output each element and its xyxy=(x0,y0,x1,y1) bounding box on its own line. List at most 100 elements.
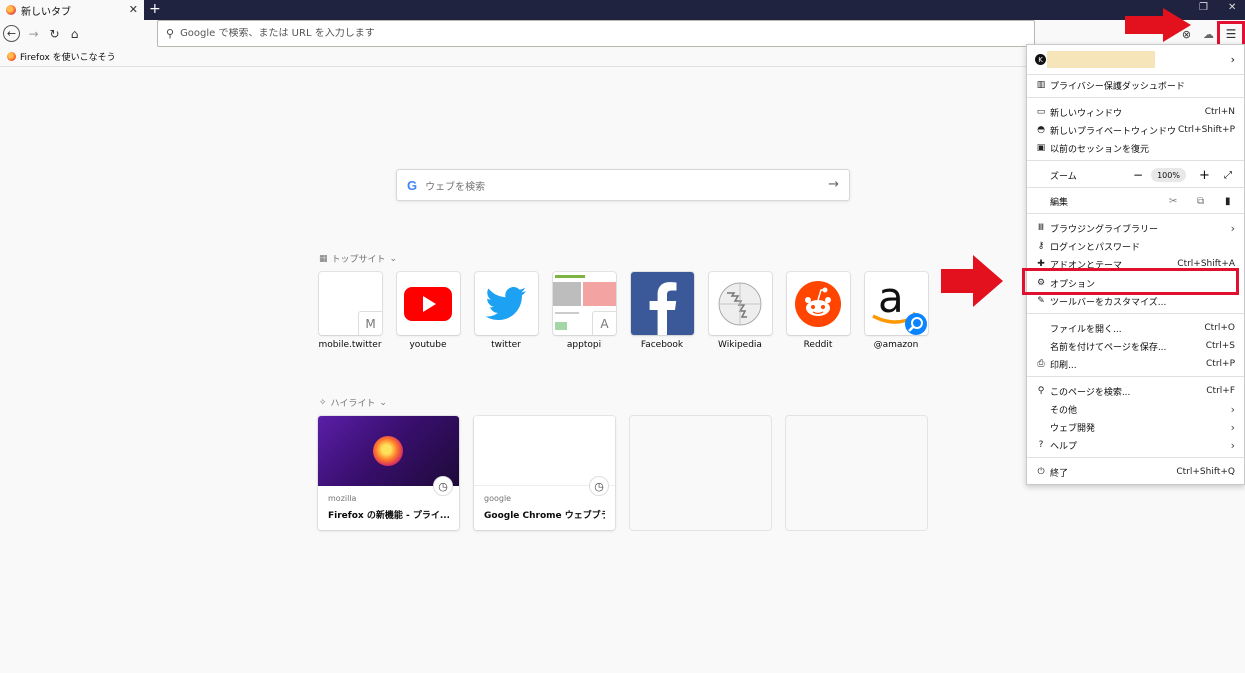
hamburger-icon: ☰ xyxy=(1225,27,1237,41)
facebook-icon xyxy=(630,272,694,335)
paste-icon[interactable]: ▮ xyxy=(1225,196,1231,207)
menu-find-in-page[interactable]: ⚲ このページを検索... Ctrl+F xyxy=(1027,382,1244,400)
zoom-out-button[interactable]: − xyxy=(1133,168,1143,182)
menu-label: ズーム xyxy=(1050,171,1077,182)
menu-new-window[interactable]: ▭ 新しいウィンドウ Ctrl+N xyxy=(1027,103,1244,121)
home-button[interactable]: ⌂ xyxy=(66,25,83,42)
menu-label: プライバシー保護ダッシュボード xyxy=(1050,81,1185,92)
tab-new-tab[interactable]: 新しいタブ ✕ xyxy=(0,0,144,20)
menu-label: ツールバーをカスタマイズ... xyxy=(1050,297,1167,308)
url-bar[interactable]: ⚲ xyxy=(157,20,1035,47)
highlight-card[interactable]: ◷ mozilla Firefox の新機能 - プライ... xyxy=(318,416,459,530)
reddit-icon xyxy=(786,272,850,335)
menu-label: ファイルを開く... xyxy=(1050,324,1122,335)
top-sites-grid: M mobile.twitter youtube twitter A appto… xyxy=(318,272,942,350)
web-search-placeholder: ウェブを検索 xyxy=(425,181,486,193)
zoom-in-button[interactable]: + xyxy=(1199,168,1210,183)
menu-shortcut: Ctrl+N xyxy=(1204,107,1235,117)
menu-logins[interactable]: ⚷ ログインとパスワード xyxy=(1027,237,1244,255)
forward-button[interactable]: → xyxy=(25,25,42,42)
menu-open-file[interactable]: ファイルを開く... Ctrl+O xyxy=(1027,319,1244,337)
restore-window-icon[interactable]: ❐ xyxy=(1199,2,1208,13)
bar-chart-icon: ▥ xyxy=(1036,80,1046,90)
tab-title: 新しいタブ xyxy=(21,6,71,18)
firefox-logo-icon xyxy=(373,436,403,466)
tile-label: youtube xyxy=(409,340,447,350)
chevron-right-icon: › xyxy=(1230,420,1235,434)
menu-help[interactable]: ? ヘルプ › xyxy=(1027,436,1244,454)
menu-restore-session[interactable]: ▣ 以前のセッションを復元 xyxy=(1027,139,1244,157)
tile-letter-badge: M xyxy=(357,311,382,335)
close-window-icon[interactable]: ✕ xyxy=(1228,2,1236,13)
menu-separator xyxy=(1027,376,1244,377)
top-site-facebook[interactable]: Facebook xyxy=(630,272,694,350)
top-site-reddit[interactable]: Reddit xyxy=(786,272,850,350)
top-site-twitter[interactable]: twitter xyxy=(474,272,538,350)
reload-button[interactable]: ↻ xyxy=(46,25,63,42)
top-site-amazon[interactable]: a @amazon xyxy=(864,272,928,350)
cut-icon[interactable]: ✂ xyxy=(1169,196,1177,207)
menu-separator xyxy=(1027,213,1244,214)
top-sites-header[interactable]: ▦ トップサイト ⌄ xyxy=(319,252,398,266)
copy-icon[interactable]: ⧉ xyxy=(1197,196,1204,207)
navigation-toolbar: ← → ↻ ⌂ ⚲ ⊗ ☁ ☰ xyxy=(0,20,1245,47)
menu-label: 新しいプライベートウィンドウ xyxy=(1050,126,1177,137)
menu-shortcut: Ctrl+O xyxy=(1204,323,1235,333)
menu-library[interactable]: Ⅲ ブラウジングライブラリー › xyxy=(1027,219,1244,237)
clock-icon: ◷ xyxy=(589,476,609,496)
grid-icon: ▦ xyxy=(319,253,328,264)
highlight-thumbnail xyxy=(474,416,615,486)
restore-icon: ▣ xyxy=(1036,143,1046,153)
menu-label: ログインとパスワード xyxy=(1050,242,1141,253)
top-site-youtube[interactable]: youtube xyxy=(396,272,460,350)
menu-label: ブラウジングライブラリー xyxy=(1050,224,1159,235)
amazon-icon: a xyxy=(864,272,928,335)
chevron-down-icon: ⌄ xyxy=(389,253,398,264)
zoom-level-button[interactable]: 100% xyxy=(1151,168,1186,182)
menu-web-developer[interactable]: ウェブ開発 › xyxy=(1027,418,1244,436)
top-site-apptopi[interactable]: A apptopi xyxy=(552,272,616,350)
menu-new-private-window[interactable]: ◓ 新しいプライベートウィンドウ Ctrl+Shift+P xyxy=(1027,121,1244,139)
url-input[interactable] xyxy=(180,28,881,39)
menu-label: 以前のセッションを復元 xyxy=(1050,144,1150,155)
fullscreen-icon[interactable]: ⤢ xyxy=(1224,170,1232,181)
tile-label: Facebook xyxy=(640,340,684,350)
tab-close-icon[interactable]: ✕ xyxy=(129,3,138,16)
menu-quit[interactable]: ⏻ 終了 Ctrl+Shift+Q xyxy=(1027,463,1244,481)
highlight-placeholder xyxy=(786,416,927,530)
menu-print[interactable]: ⎙ 印刷... Ctrl+P xyxy=(1027,355,1244,373)
highlights-title: ハイライト xyxy=(330,399,376,409)
mask-icon: ◓ xyxy=(1037,125,1045,135)
highlight-placeholder xyxy=(630,416,771,530)
bookmark-firefox-tips[interactable]: Firefox を使いこなそう xyxy=(20,50,116,63)
back-button[interactable]: ← xyxy=(3,25,20,42)
clock-icon: ◷ xyxy=(433,476,453,496)
tile-letter-badge: A xyxy=(591,311,616,335)
highlights-header[interactable]: ✧ ハイライト ⌄ xyxy=(319,396,387,410)
web-search-box[interactable]: G ウェブを検索 → xyxy=(396,169,850,201)
extension-icon[interactable]: ☁ xyxy=(1200,26,1217,43)
menu-shortcut: Ctrl+P xyxy=(1206,359,1235,369)
youtube-icon xyxy=(396,272,460,335)
highlights-grid: ◷ mozilla Firefox の新機能 - プライ... ◷ google… xyxy=(318,416,942,530)
tile-label: Wikipedia xyxy=(718,340,762,350)
menu-label: ヘルプ xyxy=(1050,441,1078,452)
menu-shortcut: Ctrl+Shift+Q xyxy=(1176,467,1235,477)
menu-save-page[interactable]: 名前を付けてページを保存... Ctrl+S xyxy=(1027,337,1244,355)
search-go-arrow-icon[interactable]: → xyxy=(828,177,839,192)
top-site-wikipedia[interactable]: Wikipedia xyxy=(708,272,772,350)
highlight-thumbnail xyxy=(318,416,459,486)
new-tab-button[interactable]: + xyxy=(149,1,161,17)
chevron-right-icon: › xyxy=(1230,438,1235,452)
menu-label: 名前を付けてページを保存... xyxy=(1050,342,1167,353)
top-sites-title: トップサイト xyxy=(331,255,386,265)
tile-label: twitter xyxy=(491,340,521,350)
brush-icon: ✎ xyxy=(1037,296,1045,306)
account-name-redacted[interactable] xyxy=(1047,51,1155,68)
menu-separator xyxy=(1027,74,1244,75)
menu-more[interactable]: その他 › xyxy=(1027,400,1244,418)
highlight-card[interactable]: ◷ google Google Chrome ウェブブラ... xyxy=(474,416,615,530)
menu-edit: 編集 ✂ ⧉ ▮ xyxy=(1027,192,1244,210)
top-site-mobile-twitter[interactable]: M mobile.twitter xyxy=(318,272,382,350)
menu-privacy-dashboard[interactable]: ▥ プライバシー保護ダッシュボード xyxy=(1027,76,1244,94)
